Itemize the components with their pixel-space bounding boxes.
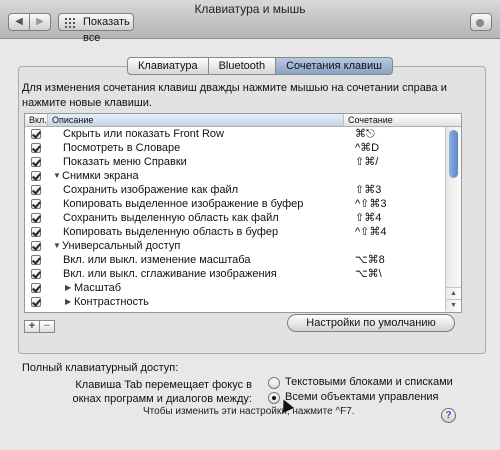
row-shortcut[interactable]: ^⌘D — [355, 141, 379, 155]
row-description: Посмотреть в Словаре — [63, 142, 181, 154]
search-button[interactable] — [470, 13, 492, 31]
row-shortcut[interactable]: ⇧⌘4 — [355, 211, 381, 225]
disclosure-collapsed-icon[interactable]: ▶ — [65, 295, 71, 309]
title-bar: Клавиатура и мышь ◀ ▶ Показать все — [0, 0, 500, 44]
back-button[interactable]: ◀ — [8, 13, 30, 31]
show-all-label: Показать все — [83, 16, 130, 44]
table-row[interactable]: Вкл. или выкл. сглаживание изображения ⌥⌘… — [25, 267, 444, 281]
column-description[interactable]: Описание — [48, 114, 344, 126]
row-checkbox[interactable] — [31, 143, 41, 153]
row-shortcut[interactable]: ⌥⌘8 — [355, 253, 385, 267]
row-shortcut[interactable]: ⌥⌘\ — [355, 267, 382, 281]
row-checkbox[interactable] — [31, 269, 41, 279]
tab-shortcuts[interactable]: Сочетания клавиш — [276, 57, 393, 75]
restore-defaults-button[interactable]: Настройки по умолчанию — [287, 314, 455, 332]
row-checkbox[interactable] — [31, 241, 41, 251]
row-checkbox[interactable] — [31, 185, 41, 195]
instruction-text: Для изменения сочетания клавиш дважды на… — [22, 82, 447, 109]
row-description: Скрыть или показать Front Row — [63, 128, 224, 140]
row-checkbox[interactable] — [31, 227, 41, 237]
column-enabled[interactable]: Вкл. — [25, 114, 48, 126]
add-button[interactable]: + — [24, 320, 40, 333]
tab-bluetooth[interactable]: Bluetooth — [208, 57, 277, 75]
help-button[interactable]: ? — [441, 408, 456, 423]
row-description: Сохранить изображение как файл — [63, 184, 239, 196]
remove-button[interactable]: − — [39, 320, 55, 333]
table-row[interactable]: Сохранить изображение как файл ⇧⌘3 — [25, 183, 444, 197]
row-shortcut[interactable]: ⇧⌘3 — [355, 183, 381, 197]
row-checkbox[interactable] — [31, 255, 41, 265]
row-shortcut[interactable]: ⌘⎋ — [355, 127, 375, 141]
radio-text-boxes-label[interactable]: Текстовыми блоками и списками — [285, 376, 453, 388]
row-description: Снимки экрана — [62, 170, 139, 182]
row-checkbox[interactable] — [31, 297, 41, 307]
row-description: Вкл. или выкл. сглаживание изображения — [63, 268, 277, 280]
row-checkbox[interactable] — [31, 129, 41, 139]
row-checkbox[interactable] — [31, 283, 41, 293]
table-row[interactable]: Посмотреть в Словаре ^⌘D — [25, 141, 444, 155]
table-group-row[interactable]: ▼ Снимки экрана — [25, 169, 444, 183]
hint-text: Чтобы изменить эти настройки, нажмите ^F… — [143, 406, 355, 417]
table-group-row[interactable]: ▶ Контрастность — [25, 295, 444, 309]
row-description: Копировать выделенную область в буфер — [63, 226, 279, 238]
keyboard-access-heading: Полный клавиатурный доступ: — [22, 362, 179, 374]
column-shortcut[interactable]: Сочетание — [344, 114, 444, 126]
row-description: Вкл. или выкл. изменение масштаба — [63, 254, 251, 266]
disclosure-expanded-icon[interactable]: ▼ — [53, 239, 61, 253]
row-shortcut[interactable]: ^⇧⌘3 — [355, 197, 387, 211]
forward-button[interactable]: ▶ — [29, 13, 51, 31]
search-icon — [476, 19, 484, 27]
tab-bar: Клавиатура Bluetooth Сочетания клавиш — [127, 57, 393, 75]
row-checkbox[interactable] — [31, 171, 41, 181]
row-shortcut[interactable]: ⇧⌘/ — [355, 155, 378, 169]
row-description: Показать меню Справки — [63, 156, 187, 168]
row-checkbox[interactable] — [31, 199, 41, 209]
preferences-window: Клавиатура и мышь ◀ ▶ Показать все Клави… — [0, 0, 500, 450]
show-all-button[interactable]: Показать все — [58, 13, 134, 44]
row-description: Копировать выделенное изображение в буфе… — [63, 198, 304, 210]
row-checkbox[interactable] — [31, 157, 41, 167]
table-row[interactable]: Копировать выделенную область в буфер ^⇧⌘… — [25, 225, 444, 239]
table-row[interactable]: Сохранить выделенную область как файл ⇧⌘4 — [25, 211, 444, 225]
table-row[interactable]: Скрыть или показать Front Row ⌘⎋ — [25, 127, 444, 141]
table-row[interactable]: Вкл. или выкл. изменение масштаба ⌥⌘8 — [25, 253, 444, 267]
radio-all-controls-label[interactable]: Всеми объектами управления — [285, 391, 439, 403]
row-description: Сохранить выделенную область как файл — [63, 212, 279, 224]
disclosure-collapsed-icon[interactable]: ▶ — [65, 281, 71, 295]
row-description: Контрастность — [74, 296, 149, 308]
row-shortcut[interactable]: ^⇧⌘4 — [355, 225, 387, 239]
grid-icon — [65, 18, 75, 28]
table-group-row[interactable]: ▶ Масштаб — [25, 281, 444, 295]
tab-keyboard[interactable]: Клавиатура — [127, 57, 209, 75]
shortcuts-table: Вкл. Описание Сочетание Скрыть или показ… — [24, 113, 462, 313]
table-header: Вкл. Описание Сочетание — [25, 114, 461, 127]
row-description: Масштаб — [74, 282, 122, 294]
tab-focus-label: Клавиша Tab перемещает фокус в окнах про… — [72, 379, 252, 405]
scrollbar-thumb[interactable] — [449, 130, 458, 178]
add-remove-buttons: + − — [24, 320, 56, 333]
table-row[interactable]: Показать меню Справки ⇧⌘/ — [25, 155, 444, 169]
row-description: Универсальный доступ — [62, 240, 181, 252]
radio-text-boxes[interactable] — [268, 377, 280, 389]
table-row[interactable]: Копировать выделенное изображение в буфе… — [25, 197, 444, 211]
table-group-row[interactable]: ▼ Универсальный доступ — [25, 239, 444, 253]
row-checkbox[interactable] — [31, 213, 41, 223]
scroll-down-arrow[interactable]: ▼ — [446, 299, 461, 312]
disclosure-expanded-icon[interactable]: ▼ — [53, 169, 61, 183]
vertical-scrollbar[interactable]: ▲ ▼ — [445, 127, 461, 312]
